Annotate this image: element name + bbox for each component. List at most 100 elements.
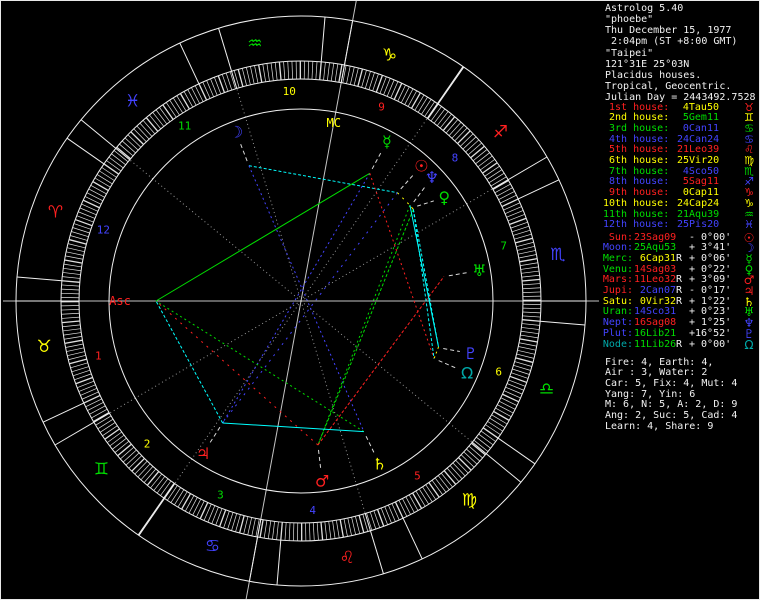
degree-tick <box>311 61 314 80</box>
planet-row-offset: - 0°00' <box>689 231 732 243</box>
degree-tick <box>108 156 124 169</box>
degree-tick <box>241 68 248 86</box>
degree-tick <box>457 457 472 471</box>
wheel-planet-merc: ☿ <box>382 132 392 151</box>
degree-tick <box>519 338 538 343</box>
house-cusp-line <box>300 188 493 302</box>
degree-tick <box>520 262 538 266</box>
retrograde-flag: R <box>676 338 683 350</box>
degree-tick <box>109 434 125 447</box>
planet-row-offset: + 1°22' <box>689 295 732 307</box>
house-cusp-extension <box>340 20 354 83</box>
degree-tick <box>353 67 359 86</box>
header-line: "Taipei" <box>605 47 654 59</box>
degree-tick <box>319 61 322 80</box>
degree-tick <box>386 79 395 97</box>
degree-tick <box>274 62 278 81</box>
aspect-line-square <box>317 276 445 446</box>
degree-tick <box>238 515 245 534</box>
retrograde-flag: R <box>676 295 683 307</box>
degree-tick <box>291 61 293 80</box>
stats-line: Fire: 4, Earth: 4, <box>605 356 714 368</box>
aspect-line-opposition <box>222 173 371 424</box>
degree-tick <box>131 457 145 472</box>
zodiac-sign-icon: ♏ <box>744 164 754 178</box>
degree-tick <box>480 430 496 442</box>
degree-tick <box>114 440 130 453</box>
house-cusp-extension <box>248 519 262 582</box>
house-cusp-line <box>129 159 302 302</box>
degree-tick <box>521 327 540 330</box>
degree-tick <box>127 134 142 148</box>
house-cusp-line <box>174 300 302 484</box>
degree-tick <box>498 400 516 410</box>
degree-tick <box>102 425 118 437</box>
degree-tick <box>81 203 99 212</box>
degree-tick <box>107 431 122 443</box>
degree-tick <box>433 108 446 124</box>
degree-tick <box>68 238 87 245</box>
degree-tick <box>137 463 151 478</box>
zodiac-sign-icon: ♒ <box>744 207 754 221</box>
degree-tick <box>174 489 185 506</box>
degree-tick <box>415 490 426 507</box>
degree-tick <box>393 82 403 100</box>
degree-tick <box>89 405 106 415</box>
degree-tick <box>332 520 336 539</box>
degree-tick <box>101 167 117 178</box>
degree-tick <box>188 497 198 514</box>
degree-tick <box>143 468 157 483</box>
planet-row-label: Mars: <box>602 274 633 286</box>
degree-tick <box>63 267 82 272</box>
degree-tick <box>467 142 482 156</box>
degree-tick <box>278 61 282 80</box>
house-row-label: 7th house: <box>603 165 670 177</box>
zodiac-sign-icon: ♌ <box>744 143 754 157</box>
degree-tick <box>68 354 86 361</box>
planet-pointer-line <box>208 426 221 445</box>
degree-tick <box>128 455 143 469</box>
house-number: 7 <box>500 240 507 253</box>
degree-tick <box>61 320 80 324</box>
retrograde-flag: R <box>676 252 683 264</box>
degree-tick <box>146 471 160 486</box>
degree-tick <box>358 515 365 533</box>
house-row-value: 4Sco50 <box>682 165 719 177</box>
degree-tick <box>61 284 80 287</box>
planet-row-label: Moon: <box>602 242 633 254</box>
aspect-line-conjunct <box>433 346 439 359</box>
aspect-line-conjunct <box>397 192 411 206</box>
degree-tick <box>257 64 263 83</box>
degree-tick <box>471 442 486 456</box>
degree-tick <box>156 478 169 494</box>
degree-tick <box>62 324 81 328</box>
degree-tick <box>357 68 364 87</box>
degree-tick <box>231 513 238 531</box>
wheel-planet-venu: ♀ <box>438 188 450 207</box>
degree-tick <box>66 247 85 253</box>
wheel-sign-scorpio: ♏ <box>550 245 565 265</box>
degree-tick <box>160 480 172 496</box>
degree-tick <box>134 460 148 475</box>
degree-tick <box>515 237 533 244</box>
degree-tick <box>518 254 537 259</box>
house-row-value: 24Can24 <box>677 133 720 145</box>
degree-tick <box>496 187 513 197</box>
house-row-value: 4Tau50 <box>682 101 719 113</box>
degree-tick <box>477 155 493 168</box>
degree-tick <box>198 83 208 101</box>
planet-row-label: Plut: <box>602 327 633 339</box>
degree-tick <box>397 84 406 102</box>
header-line: 2:04pm (ST +8:00 GMT) <box>605 36 738 48</box>
degree-tick <box>402 498 411 515</box>
sign-boundary-line <box>16 276 62 282</box>
degree-tick <box>442 116 456 131</box>
degree-tick <box>199 502 209 520</box>
planet-row-offset: - 0°17' <box>689 285 732 296</box>
aspect-line-sextile <box>155 300 224 424</box>
header-line: Astrolog 5.40 <box>605 3 684 14</box>
planet-row-value: 16Sag08 <box>634 317 677 329</box>
degree-tick <box>263 520 268 539</box>
degree-tick <box>62 272 81 275</box>
house-row-label: 12th house: <box>603 219 670 231</box>
